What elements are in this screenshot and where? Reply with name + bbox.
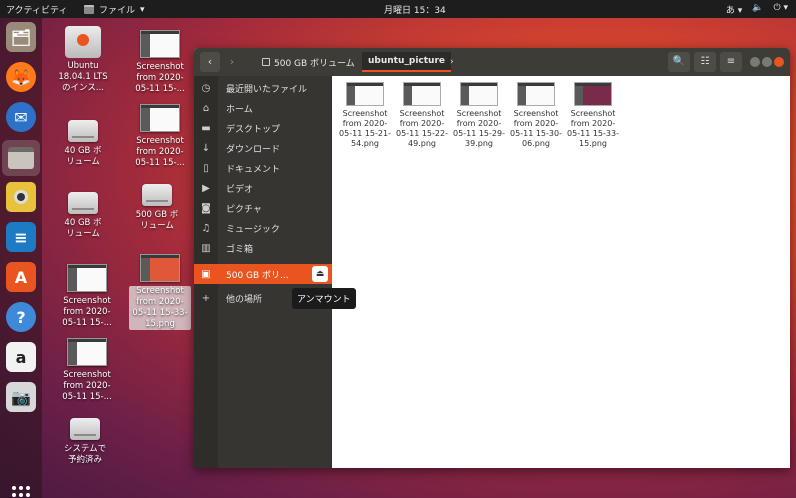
breadcrumb-folder[interactable]: ubuntu_picture [362, 52, 451, 72]
home-icon: ⌂ [202, 102, 210, 114]
screenshot-icon[interactable]: 📷 [6, 382, 36, 412]
folder-icon: ▬ [201, 122, 211, 134]
desktop-icon-screenshot-4[interactable]: Screenshot from 2020- 05-11 15-... [129, 102, 191, 169]
sidebar-item-recent[interactable]: ◷ 最近開いたファイル [194, 78, 332, 98]
desktop-icon-system-reserved[interactable]: システムで 予約済み [54, 412, 116, 466]
file-item[interactable]: Screenshot from 2020- 05-11 15-30- 06.pn… [509, 82, 563, 149]
show-applications-icon[interactable] [12, 486, 30, 498]
hamburger-icon: ≡ [726, 56, 736, 67]
sidebar-item-documents[interactable]: ▯ ドキュメント [194, 158, 332, 178]
desktop-icon-40gb-volume-2[interactable]: 40 GB ボ リューム [52, 186, 114, 240]
activities-button[interactable]: アクティビティ [6, 3, 67, 16]
unmount-tooltip: アンマウント [292, 288, 356, 309]
eject-icon[interactable]: ⏏ [312, 266, 328, 282]
installer-icon [65, 26, 101, 58]
video-icon: ▶ [202, 182, 210, 194]
help-icon[interactable]: ? [6, 302, 36, 332]
clock[interactable]: 月曜日 15：34 [384, 3, 446, 16]
file-item[interactable]: Screenshot from 2020- 05-11 15-21- 54.pn… [338, 82, 392, 149]
image-thumbnail-icon [140, 104, 180, 132]
drive-icon [262, 58, 270, 66]
firefox-icon[interactable]: 🦊 [6, 62, 36, 92]
image-thumbnail-icon [517, 82, 555, 106]
files-app-icon [84, 5, 94, 14]
desktop-icon-500gb-volume[interactable]: 500 GB ボ リューム [126, 178, 188, 232]
document-icon: ▯ [203, 162, 209, 174]
drive-icon [70, 418, 100, 440]
chevron-left-icon: ‹ [207, 55, 213, 68]
header-bar: ‹ › 500 GB ボリューム ubuntu_picture › 🔍 ☷ ≡ [194, 48, 790, 76]
file-manager-window: ‹ › 500 GB ボリューム ubuntu_picture › 🔍 ☷ ≡ … [194, 48, 790, 468]
desktop-icon-screenshot-5[interactable]: Screenshot from 2020- 05-11 15-33- 15.pn… [129, 252, 191, 330]
volume-icon[interactable]: 🔈 [752, 3, 763, 16]
sidebar-item-500gb-volume[interactable]: ▣ 500 GB ボリ... ⏏ [194, 264, 332, 284]
chevron-right-icon: › [450, 57, 454, 67]
chevron-right-icon: › [229, 55, 235, 68]
drive-icon: ▣ [201, 268, 211, 280]
image-thumbnail-icon [67, 338, 107, 366]
image-thumbnail-icon [140, 30, 180, 58]
sidebar-item-videos[interactable]: ▶ ビデオ [194, 178, 332, 198]
desktop-icon-ubuntu-installer[interactable]: Ubuntu 18.04.1 LTS のインス... [52, 26, 114, 94]
search-icon: 🔍 [672, 56, 686, 67]
search-button[interactable]: 🔍 [668, 52, 690, 72]
sidebar-item-desktop[interactable]: ▬ デスクトップ [194, 118, 332, 138]
software-icon[interactable]: A [6, 262, 36, 292]
desktop-icon-screenshot-3[interactable]: Screenshot from 2020- 05-11 15-... [129, 28, 191, 95]
image-thumbnail-icon [460, 82, 498, 106]
minimize-button[interactable] [750, 57, 760, 67]
trash-icon: ▥ [201, 242, 211, 254]
sidebar-item-downloads[interactable]: ↓ ダウンロード [194, 138, 332, 158]
menu-button[interactable]: ≡ [720, 52, 742, 72]
plus-icon: + [201, 292, 211, 304]
app-menu-label: ファイル [99, 6, 136, 16]
desktop-icon-40gb-volume-1[interactable]: 40 GB ボ リューム [52, 114, 114, 168]
input-method-indicator[interactable]: あ ▾ [726, 3, 742, 16]
power-icon[interactable]: ⏻ ▾ [774, 3, 789, 16]
desktop-icon-screenshot-1[interactable]: Screenshot from 2020- 05-11 15-... [56, 262, 118, 329]
sidebar-item-trash[interactable]: ▥ ゴミ箱 [194, 238, 332, 258]
music-icon: ♫ [201, 222, 211, 234]
file-item[interactable]: Screenshot from 2020- 05-11 15-33- 15.pn… [566, 82, 620, 149]
sidebar-item-pictures[interactable]: ◙ ピクチャ [194, 198, 332, 218]
drive-icon [68, 192, 98, 214]
app-menu[interactable]: ファイル ▾ [84, 3, 145, 16]
file-item[interactable]: Screenshot from 2020- 05-11 15-29- 39.pn… [452, 82, 506, 149]
amazon-icon[interactable]: a [6, 342, 36, 372]
image-thumbnail-icon [346, 82, 384, 106]
camera-icon: ◙ [201, 202, 211, 214]
list-view-icon: ☷ [700, 56, 710, 67]
sidebar-item-music[interactable]: ♫ ミュージック [194, 218, 332, 238]
writer-icon[interactable]: ≡ [6, 222, 36, 252]
maximize-button[interactable] [762, 57, 772, 67]
sidebar: ◷ 最近開いたファイル ⌂ ホーム ▬ デスクトップ ↓ ダウンロード ▯ ドキ… [194, 76, 332, 468]
sidebar-item-home[interactable]: ⌂ ホーム [194, 98, 332, 118]
forward-button[interactable]: › [222, 52, 242, 72]
image-thumbnail-icon [403, 82, 441, 106]
system-tray[interactable]: あ ▾ 🔈 ⏻ ▾ [726, 3, 788, 16]
top-bar: アクティビティ ファイル ▾ 月曜日 15：34 あ ▾ 🔈 ⏻ ▾ [0, 0, 796, 18]
back-button[interactable]: ‹ [200, 52, 220, 72]
download-icon: ↓ [201, 142, 211, 154]
nautilus-icon[interactable] [2, 140, 40, 176]
breadcrumb-overflow[interactable]: › [444, 52, 460, 72]
desktop-icon-screenshot-2[interactable]: Screenshot from 2020- 05-11 15-... [56, 336, 118, 403]
close-button[interactable] [774, 57, 784, 67]
clock-icon: ◷ [201, 82, 211, 94]
file-view[interactable]: Screenshot from 2020- 05-11 15-21- 54.pn… [332, 76, 790, 468]
usb-drive-icon [142, 184, 172, 206]
image-thumbnail-icon [574, 82, 612, 106]
file-item[interactable]: Screenshot from 2020- 05-11 15-22- 49.pn… [395, 82, 449, 149]
view-toggle-button[interactable]: ☷ [694, 52, 716, 72]
image-thumbnail-icon [140, 254, 180, 282]
image-thumbnail-icon [67, 264, 107, 292]
files-icon[interactable]: 🗂 [6, 22, 36, 52]
thunderbird-icon[interactable]: ✉ [6, 102, 36, 132]
dock: 🗂 🦊 ✉ ≡ A ? a 📷 [0, 18, 42, 498]
drive-icon [68, 120, 98, 142]
chevron-down-icon: ▾ [140, 4, 145, 15]
breadcrumb-volume[interactable]: 500 GB ボリューム [256, 52, 361, 72]
rhythmbox-icon[interactable] [6, 182, 36, 212]
